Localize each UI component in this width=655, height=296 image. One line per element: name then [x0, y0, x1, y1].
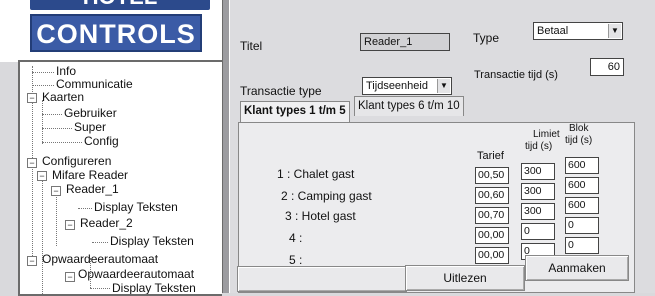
tab-klant-types-6-10[interactable]: Klant types 6 t/m 10: [354, 96, 464, 116]
type-select-value: Betaal: [537, 25, 569, 37]
tree-branch: [32, 72, 54, 73]
tree-item-info[interactable]: Info: [56, 64, 76, 78]
aanmaken-button[interactable]: Aanmaken: [525, 255, 629, 281]
tree-item-communicatie[interactable]: Communicatie: [56, 77, 133, 91]
blok-tijd-field[interactable]: 600: [565, 197, 599, 214]
transactie-type-select[interactable]: Tijdseenheid ▼: [362, 77, 452, 95]
klant-type-label: 1 : Chalet gast: [277, 167, 355, 181]
tree-item-config[interactable]: Config: [84, 134, 119, 148]
splitter[interactable]: [222, 0, 230, 293]
collapse-icon[interactable]: −: [27, 256, 37, 266]
limiet-tijd-field[interactable]: 300: [521, 203, 555, 220]
navigation-tree[interactable]: Info Communicatie − Kaarten Gebruiker Su…: [18, 60, 222, 296]
tree-branch: [42, 128, 72, 129]
chevron-down-icon[interactable]: ▼: [437, 79, 450, 93]
tree-branch: [78, 208, 92, 209]
tarief-field[interactable]: 00,00: [475, 227, 509, 244]
tree-item-super[interactable]: Super: [74, 120, 106, 134]
tree-item-reader-2[interactable]: Reader_2: [80, 216, 133, 230]
blok-tijd-field[interactable]: 0: [565, 237, 599, 254]
limiet-tijd-field[interactable]: 0: [521, 223, 555, 240]
tree-guide-line: [42, 100, 43, 144]
tree-branch: [32, 85, 54, 86]
klant-type-label: 4 :: [289, 231, 303, 245]
logo-area: HOTEL CONTROLS: [0, 0, 222, 62]
blok-header-unit: tijd (s): [565, 135, 593, 146]
tree-item-mifare-reader[interactable]: Mifare Reader: [52, 168, 128, 182]
tree-item-reader-1[interactable]: Reader_1: [66, 182, 119, 196]
titel-field[interactable]: Reader_1: [360, 33, 450, 51]
tree-item-gebruiker[interactable]: Gebruiker: [64, 106, 117, 120]
blok-header: Blok: [569, 123, 589, 134]
blok-tijd-field[interactable]: 0: [565, 217, 599, 234]
tree-branch: [42, 114, 62, 115]
klant-type-label: 2 : Camping gast: [281, 189, 372, 203]
tree-item-opwaardeerautomaat[interactable]: Opwaardeerautomaat: [78, 267, 194, 281]
collapse-icon[interactable]: −: [27, 158, 37, 168]
tarief-field[interactable]: 00,60: [475, 187, 509, 204]
logo-top-text: HOTEL: [30, 0, 210, 10]
reader-config-panel: Titel Reader_1 Type Betaal ▼ Transactie …: [230, 0, 655, 293]
tree-item-opwaardeerautomaat[interactable]: Opwaardeerautomaat: [42, 252, 158, 266]
collapse-icon[interactable]: −: [65, 272, 75, 282]
klant-type-label: 5 :: [289, 253, 303, 267]
transactie-tijd-field[interactable]: 60: [590, 58, 624, 76]
collapse-icon[interactable]: −: [37, 171, 47, 181]
chevron-down-icon[interactable]: ▼: [608, 24, 621, 38]
type-label: Type: [473, 31, 500, 45]
blok-tijd-field[interactable]: 600: [565, 157, 599, 174]
limiet-tijd-field[interactable]: 300: [521, 183, 555, 200]
transactie-type-label: Transactie type: [240, 84, 322, 98]
tree-branch: [92, 242, 108, 243]
tarief-header: Tarief: [477, 150, 504, 162]
tree-item-display-teksten[interactable]: Display Teksten: [110, 234, 194, 248]
tree-branch: [90, 288, 110, 289]
tree-guide-line: [42, 172, 43, 294]
tree-branch: [42, 142, 82, 143]
limiet-header-unit: tijd (s): [525, 141, 553, 152]
collapse-icon[interactable]: −: [27, 93, 37, 103]
type-select[interactable]: Betaal ▼: [533, 22, 623, 40]
transactie-type-value: Tijdseenheid: [366, 80, 428, 92]
tab-klant-types-1-5[interactable]: Klant types 1 t/m 5: [240, 101, 350, 123]
tarief-field[interactable]: 00,50: [475, 167, 509, 184]
tree-item-display-teksten[interactable]: Display Teksten: [94, 200, 178, 214]
tree-item-kaarten[interactable]: Kaarten: [42, 90, 84, 104]
collapse-icon[interactable]: −: [51, 186, 61, 196]
collapse-icon[interactable]: −: [65, 220, 75, 230]
unlabeled-button[interactable]: [237, 266, 407, 292]
uitlezen-button[interactable]: Uitlezen: [405, 265, 525, 291]
tree-item-configureren[interactable]: Configureren: [42, 154, 111, 168]
klant-type-label: 3 : Hotel gast: [285, 209, 356, 223]
limiet-header: Limiet: [533, 129, 560, 140]
limiet-tijd-field[interactable]: 300: [521, 163, 555, 180]
transactie-tijd-label: Transactie tijd (s): [474, 69, 558, 81]
tarief-field[interactable]: 00,70: [475, 207, 509, 224]
logo: CONTROLS: [30, 14, 202, 52]
klant-types-tab-page: Tarief Limiet tijd (s) Blok tijd (s) 1 :…: [237, 122, 635, 293]
blok-tijd-field[interactable]: 600: [565, 177, 599, 194]
titel-label: Titel: [240, 39, 263, 53]
tarief-field[interactable]: 00,00: [475, 247, 509, 264]
